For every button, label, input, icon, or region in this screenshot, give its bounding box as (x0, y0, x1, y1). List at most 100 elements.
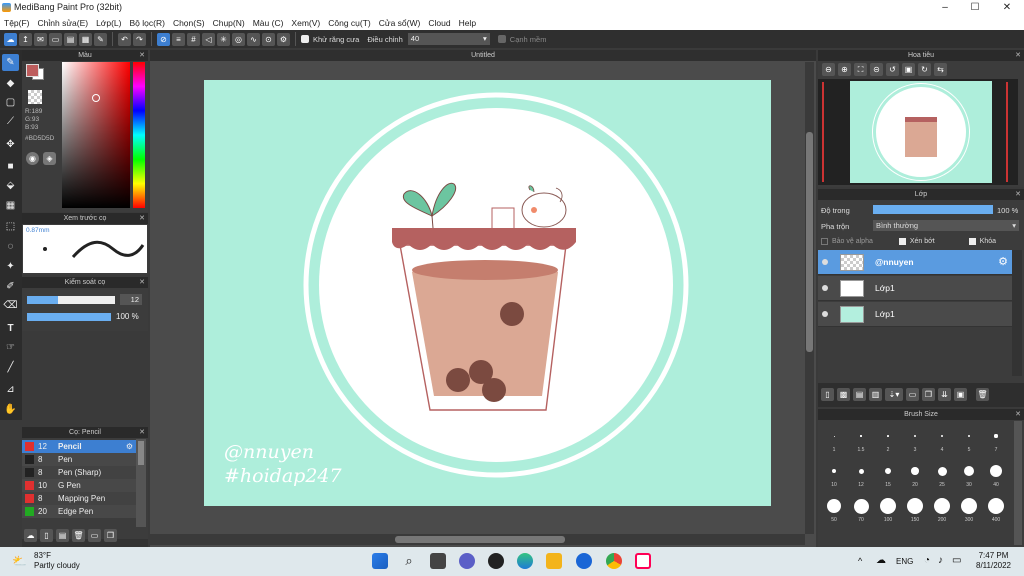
menu-help[interactable]: Help (455, 18, 480, 28)
menu-snap[interactable]: Chụp(N) (209, 18, 249, 28)
new-layer-icon[interactable]: ▯ (821, 388, 834, 401)
battery-icon[interactable]: ▭ (952, 555, 961, 566)
color-history-icon[interactable]: ◈ (43, 152, 56, 165)
chrome-icon[interactable] (606, 553, 622, 569)
menu-window[interactable]: Cửa sổ(W) (375, 18, 425, 28)
brush-size-option[interactable]: 300 (957, 495, 981, 527)
file-explorer-icon[interactable] (546, 553, 562, 569)
chevron-up-icon[interactable]: ^ (858, 556, 862, 566)
brush-size-option[interactable]: 400 (984, 495, 1008, 527)
delete-icon[interactable]: 🗑 (976, 388, 989, 401)
menu-tools[interactable]: Công cụ(T) (324, 18, 375, 28)
brush-size-option[interactable]: 70 (849, 495, 873, 527)
select-tool-icon[interactable]: ⬚ (2, 218, 19, 235)
brush-item[interactable]: 8 Mapping Pen (22, 492, 136, 505)
close-icon[interactable]: ✕ (1015, 50, 1021, 61)
comment-icon[interactable]: ✉ (34, 32, 47, 46)
minimize-button[interactable]: – (930, 0, 960, 15)
snap-settings-icon[interactable]: ⚙ (277, 32, 290, 46)
edge-browser-icon[interactable] (517, 553, 533, 569)
layer-list-scrollbar[interactable] (1012, 250, 1022, 376)
antialias-checkbox[interactable] (301, 35, 309, 43)
saturation-value-picker[interactable] (62, 62, 130, 208)
smooth-edge-checkbox[interactable] (497, 35, 506, 43)
snap-ellipse-icon[interactable]: ⊙ (262, 32, 275, 46)
snap-off-icon[interactable]: ⊘ (157, 32, 170, 46)
blend-mode-select[interactable]: Bình thường ▾ (873, 220, 1019, 231)
rotate-right-icon[interactable]: ↻ (918, 63, 931, 76)
copy-icon[interactable]: ❐ (104, 529, 117, 542)
eye-icon[interactable] (822, 285, 828, 291)
dell-icon[interactable] (488, 553, 504, 569)
delete-icon[interactable]: 🗑 (72, 529, 85, 542)
medibang-taskbar-icon[interactable] (635, 553, 651, 569)
search-icon[interactable]: ⌕ (401, 553, 417, 569)
transparent-swatch[interactable] (28, 90, 42, 104)
merge-layer-icon[interactable]: ⇊ (938, 388, 951, 401)
gear-icon[interactable]: ⚙ (126, 442, 133, 451)
pages-icon[interactable]: ▦ (79, 32, 92, 46)
maximize-button[interactable]: ☐ (960, 0, 990, 15)
cloud-sync-icon[interactable]: ☁ (876, 555, 886, 566)
close-icon[interactable]: ✕ (1015, 409, 1021, 420)
layer-row-lop1-bg[interactable]: Lớp1 (818, 302, 1012, 327)
brush-list-scrollbar[interactable] (136, 439, 146, 527)
select-pen-tool-icon[interactable]: ✐ (2, 278, 19, 295)
menu-filter[interactable]: Bộ lọc(R) (126, 18, 169, 28)
volume-icon[interactable]: ♪ (938, 555, 943, 566)
fit-screen-icon[interactable]: ⛶ (854, 63, 867, 76)
hand-tool-icon[interactable]: ✋ (2, 401, 19, 418)
rect-fill-tool-icon[interactable]: ■ (2, 158, 19, 175)
page-icon[interactable]: ▤ (64, 32, 77, 46)
eye-icon[interactable] (822, 311, 828, 317)
line-tool-icon[interactable]: ⟋ (2, 113, 19, 130)
brush-size-option[interactable]: 4 (930, 425, 954, 457)
brush-size-option[interactable]: 15 (876, 460, 900, 492)
brush-size-value[interactable]: 12 (120, 294, 142, 305)
palette-icon[interactable]: ◉ (26, 152, 39, 165)
menu-layer[interactable]: Lớp(L) (92, 18, 125, 28)
gradient-tool-icon[interactable]: ▦ (2, 197, 19, 214)
dot-tool-icon[interactable]: ▢ (2, 94, 19, 111)
menu-color[interactable]: Màu (C) (249, 18, 288, 28)
brush-size-option[interactable]: 40 (984, 460, 1008, 492)
flip-icon[interactable]: ⇆ (934, 63, 947, 76)
monitor-icon[interactable]: ▭ (49, 32, 62, 46)
lock-checkbox[interactable] (968, 238, 976, 245)
new-1bit-layer-icon[interactable]: ▥ (869, 388, 882, 401)
cloud-icon[interactable]: ☁ (4, 32, 17, 46)
brush-size-slider[interactable] (27, 296, 115, 304)
menu-edit[interactable]: Chỉnh sửa(E) (34, 18, 93, 28)
hue-slider[interactable] (133, 62, 145, 208)
new-8bit-layer-icon[interactable]: ▤ (853, 388, 866, 401)
adjust-select[interactable]: 40 ▾ (407, 33, 490, 45)
windows-start-icon[interactable] (372, 553, 388, 569)
new-brush-icon[interactable]: ▯ (40, 529, 53, 542)
protect-alpha-checkbox[interactable] (821, 238, 828, 245)
drawing-canvas[interactable]: @nnuyen #hoidap247 (204, 80, 771, 506)
brush-size-scrollbar[interactable] (1014, 421, 1022, 545)
menu-file[interactable]: Tệp(F) (0, 18, 34, 28)
brush-size-option[interactable]: 30 (957, 460, 981, 492)
menu-view[interactable]: Xem(V) (287, 18, 324, 28)
clock[interactable]: 7:47 PM 8/11/2022 (976, 551, 1011, 571)
snap-circle-icon[interactable]: ◎ (232, 32, 245, 46)
brush-size-option[interactable]: 12 (849, 460, 873, 492)
wifi-icon[interactable]: ◔ (924, 555, 930, 566)
eye-icon[interactable] (822, 259, 828, 265)
close-icon[interactable]: ✕ (1015, 189, 1021, 200)
divide-tool-icon[interactable]: ╱ (2, 359, 19, 376)
snap-parallel-icon[interactable]: ≡ (172, 32, 185, 46)
menu-cloud[interactable]: Cloud (424, 18, 454, 28)
weather-widget[interactable]: 83°F Partly cloudy (34, 551, 80, 571)
operation-tool-icon[interactable]: ☞ (2, 339, 19, 356)
brush-tool-icon[interactable]: ✎ (2, 54, 19, 71)
brush-size-option[interactable]: 2 (876, 425, 900, 457)
folder-icon[interactable]: ▭ (88, 529, 101, 542)
brush-size-option[interactable]: 100 (876, 495, 900, 527)
undo-icon[interactable]: ↶ (118, 32, 131, 46)
language-indicator[interactable]: ENG (896, 557, 913, 566)
canvas-vertical-scrollbar[interactable] (805, 62, 814, 534)
folder-icon[interactable]: ▭ (906, 388, 919, 401)
brush-size-option[interactable]: 1.5 (849, 425, 873, 457)
